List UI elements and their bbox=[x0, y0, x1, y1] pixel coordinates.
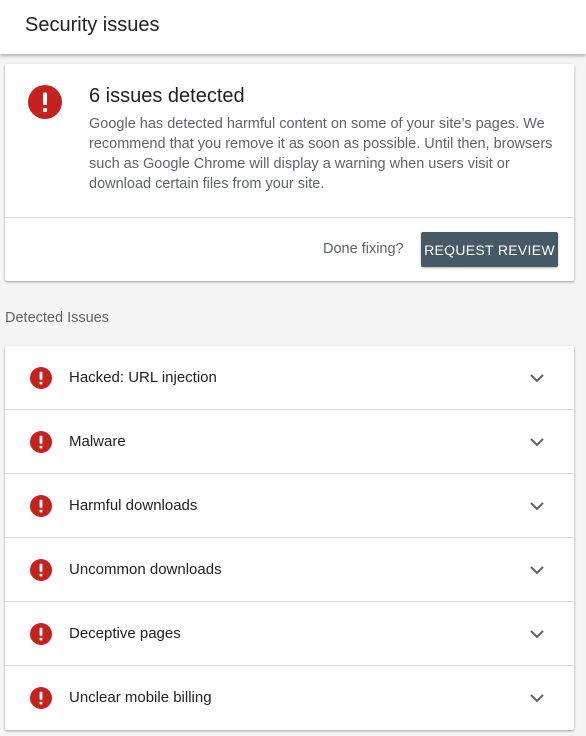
chevron-down-icon[interactable] bbox=[528, 562, 546, 578]
issue-label: Uncommon downloads bbox=[69, 561, 222, 578]
alert-circle-icon bbox=[28, 85, 62, 119]
page-title: Security issues bbox=[25, 14, 160, 36]
chevron-down-icon[interactable] bbox=[528, 626, 546, 642]
issue-row-hacked-url-injection[interactable]: Hacked: URL injection bbox=[5, 346, 574, 410]
issue-label: Deceptive pages bbox=[69, 625, 181, 642]
issue-row-deceptive-pages[interactable]: Deceptive pages bbox=[5, 602, 574, 666]
issues-description: Google has detected harmful content on s… bbox=[89, 116, 553, 192]
issue-label: Hacked: URL injection bbox=[69, 369, 217, 386]
issue-label: Unclear mobile billing bbox=[69, 689, 212, 706]
issue-row-uncommon-downloads[interactable]: Uncommon downloads bbox=[5, 538, 574, 602]
issue-label: Malware bbox=[69, 433, 126, 450]
card-divider bbox=[5, 217, 574, 218]
alert-circle-icon bbox=[30, 495, 52, 517]
alert-circle-icon bbox=[30, 623, 52, 645]
app-header: Security issues bbox=[0, 0, 586, 54]
issue-row-unclear-mobile-billing[interactable]: Unclear mobile billing bbox=[5, 666, 574, 730]
chevron-down-icon[interactable] bbox=[528, 690, 546, 706]
issues-count-title: 6 issues detected bbox=[89, 85, 245, 107]
detected-issues-heading: Detected Issues bbox=[5, 310, 109, 326]
alert-circle-icon bbox=[30, 559, 52, 581]
issue-label: Harmful downloads bbox=[69, 497, 198, 514]
chevron-down-icon[interactable] bbox=[528, 370, 546, 386]
alert-circle-icon bbox=[30, 431, 52, 453]
done-fixing-label: Done fixing? bbox=[323, 241, 404, 257]
chevron-down-icon[interactable] bbox=[528, 498, 546, 514]
issue-row-harmful-downloads[interactable]: Harmful downloads bbox=[5, 474, 574, 538]
alert-circle-icon bbox=[30, 687, 52, 709]
detected-issues-list: Hacked: URL injection Malware Harmful do… bbox=[5, 346, 574, 730]
request-review-button[interactable]: REQUEST REVIEW bbox=[421, 232, 558, 267]
issues-summary-card: 6 issues detected Google has detected ha… bbox=[5, 64, 574, 281]
alert-circle-icon bbox=[30, 367, 52, 389]
chevron-down-icon[interactable] bbox=[528, 434, 546, 450]
issue-row-malware[interactable]: Malware bbox=[5, 410, 574, 474]
